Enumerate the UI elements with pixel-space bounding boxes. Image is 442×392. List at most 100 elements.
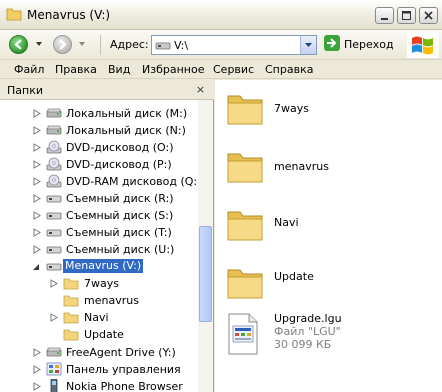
folders-pane: Папки × Локальный диск (M:) Локальный ди… [0, 80, 214, 392]
address-field[interactable]: V:\ [151, 35, 317, 55]
hard-drive-icon [46, 108, 62, 118]
forward-button[interactable] [53, 35, 72, 54]
menu-tools[interactable]: Сервис [213, 63, 254, 76]
tree-item-label: DVD-дисковод (O:) [66, 141, 174, 154]
list-item[interactable]: Update [215, 258, 442, 310]
list-item[interactable]: 7ways [215, 84, 442, 136]
chevron-down-icon[interactable] [78, 40, 86, 48]
expand-arrow-icon[interactable] [33, 365, 41, 374]
chevron-down-icon [305, 43, 312, 47]
expand-arrow-icon[interactable] [33, 382, 41, 391]
tree-item-label: Menavrus (V:) [63, 259, 144, 273]
expand-arrow-icon[interactable] [50, 313, 58, 322]
expand-arrow-icon[interactable] [33, 211, 41, 220]
list-item[interactable]: Navi [215, 200, 442, 252]
arrow-right-icon [59, 39, 67, 50]
tree-item[interactable]: Панель управления [0, 361, 198, 378]
toolbar-separator [100, 35, 101, 55]
removable-drive-icon [46, 229, 62, 237]
removable-drive-icon [155, 42, 171, 50]
tree-item-selected[interactable]: Menavrus (V:) [0, 258, 198, 275]
expand-arrow-icon[interactable] [33, 177, 41, 186]
tree-item[interactable]: DVD-дисковод (P:) [0, 156, 198, 173]
expand-arrow-icon[interactable] [33, 245, 41, 254]
dvd-drive-icon [46, 157, 62, 171]
address-label: Адрес: [110, 38, 149, 51]
tree-item-label: Локальный диск (M:) [66, 107, 188, 120]
maximize-button[interactable] [397, 7, 416, 24]
removable-drive-icon [46, 246, 62, 254]
menu-file[interactable]: Файл [14, 63, 44, 76]
menu-favorites[interactable]: Избранное [142, 63, 204, 76]
tree-item[interactable]: Локальный диск (N:) [0, 122, 198, 139]
hard-drive-icon [46, 347, 62, 357]
folder-icon [227, 211, 263, 241]
folder-icon [63, 312, 79, 324]
tree-item[interactable]: Локальный диск (M:) [0, 105, 198, 122]
title-bar[interactable]: Menavrus (V:) [0, 0, 442, 30]
tree-item-label: FreeAgent Drive (Y:) [66, 346, 176, 359]
collapse-arrow-icon[interactable] [32, 262, 40, 271]
tree-item[interactable]: Navi [0, 309, 198, 326]
tree-item[interactable]: Съемный диск (U:) [0, 241, 198, 258]
tree-item[interactable]: DVD-дисковод (O:) [0, 139, 198, 156]
menu-help[interactable]: Справка [265, 63, 313, 76]
tree-item[interactable]: Съемный диск (R:) [0, 190, 198, 207]
folders-pane-title: Папки [7, 84, 43, 97]
item-name: Update [274, 270, 314, 283]
expand-arrow-icon[interactable] [33, 126, 41, 135]
tree-item-label: DVD-RAM дисковод (Q:) [66, 175, 198, 188]
folder-icon [227, 269, 263, 299]
tree-item-label: Съемный диск (R:) [66, 192, 174, 205]
expand-arrow-icon[interactable] [50, 279, 58, 288]
tree-item[interactable]: FreeAgent Drive (Y:) [0, 344, 198, 361]
folder-icon [63, 329, 79, 341]
folder-icon [6, 8, 22, 21]
close-button[interactable] [419, 7, 438, 24]
expand-arrow-icon[interactable] [33, 143, 41, 152]
minimize-button[interactable] [375, 7, 394, 24]
address-dropdown-button[interactable] [300, 36, 316, 54]
expand-arrow-icon[interactable] [33, 348, 41, 357]
folders-scrollbar[interactable] [198, 100, 213, 392]
folders-pane-header: Папки × [0, 80, 214, 100]
file-icon [228, 313, 258, 355]
windows-logo-icon [407, 32, 439, 58]
tree-item[interactable]: Update [0, 326, 198, 343]
item-size: 30 099 КБ [274, 338, 332, 351]
go-button[interactable] [324, 35, 340, 51]
tree-item[interactable]: menavrus [0, 292, 198, 309]
arrow-left-icon [14, 39, 22, 50]
expand-arrow-icon[interactable] [33, 228, 41, 237]
scrollbar-thumb[interactable] [199, 226, 212, 322]
expand-arrow-icon[interactable] [33, 109, 41, 118]
back-button[interactable] [9, 35, 28, 54]
tree-item-label: DVD-дисковод (P:) [66, 158, 172, 171]
list-item[interactable]: menavrus [215, 142, 442, 194]
window-title: Menavrus (V:) [27, 8, 111, 22]
tree-item[interactable]: Nokia Phone Browser [0, 378, 198, 392]
folder-tree: Локальный диск (M:) Локальный диск (N:) … [0, 100, 198, 392]
list-item[interactable]: Upgrade.lgu Файл "LGU" 30 099 КБ [215, 308, 442, 364]
close-icon[interactable]: × [194, 83, 207, 96]
item-name: 7ways [274, 102, 309, 115]
address-value: V:\ [174, 39, 189, 52]
menu-bar: Файл Правка Вид Избранное Сервис Справка [0, 60, 442, 79]
go-label[interactable]: Переход [344, 38, 394, 51]
dvd-drive-icon [46, 174, 62, 188]
tree-item[interactable]: DVD-RAM дисковод (Q:) [0, 173, 198, 190]
phone-icon [50, 379, 58, 392]
tree-item[interactable]: 7ways [0, 275, 198, 292]
dvd-drive-icon [46, 140, 62, 154]
control-panel-icon [46, 362, 62, 376]
folder-icon [63, 278, 79, 290]
address-toolbar: Адрес: V:\ Переход [0, 30, 442, 60]
menu-view[interactable]: Вид [108, 63, 130, 76]
item-filetype: Файл "LGU" [274, 325, 341, 338]
tree-item[interactable]: Съемный диск (S:) [0, 207, 198, 224]
tree-item[interactable]: Съемный диск (T:) [0, 224, 198, 241]
chevron-down-icon[interactable] [35, 40, 43, 48]
menu-edit[interactable]: Правка [55, 63, 97, 76]
expand-arrow-icon[interactable] [33, 194, 41, 203]
expand-arrow-icon[interactable] [33, 160, 41, 169]
